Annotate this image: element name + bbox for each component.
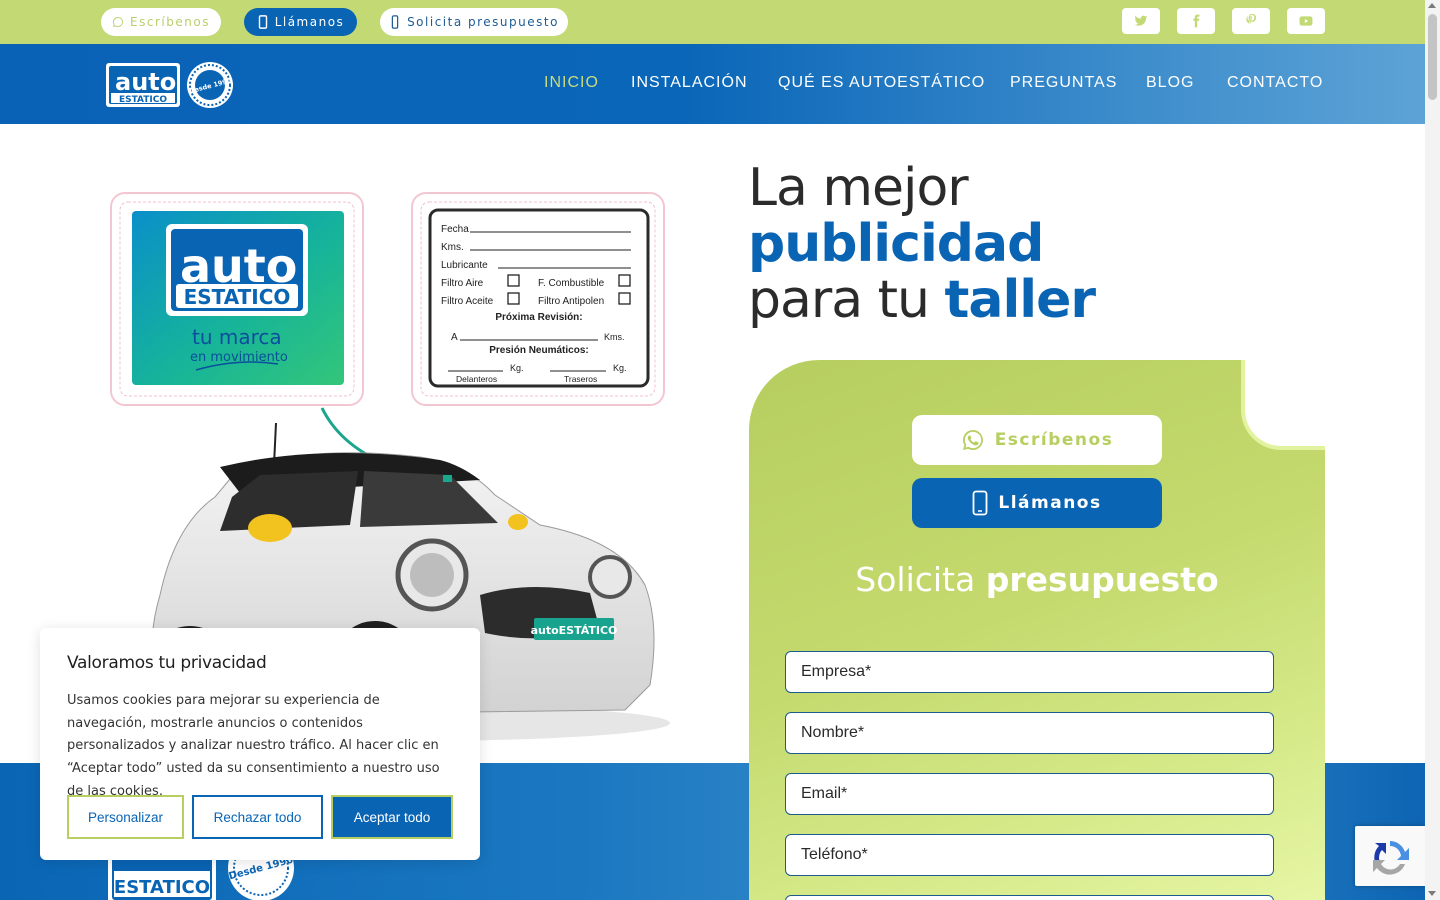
email-field[interactable]: Email* [785, 773, 1274, 815]
youtube-link[interactable] [1287, 8, 1325, 34]
page-scrollbar[interactable] [1425, 0, 1440, 900]
recaptcha-badge[interactable] [1355, 826, 1425, 886]
pinterest-icon [1246, 14, 1257, 25]
scroll-down-arrow[interactable] [1428, 891, 1436, 896]
svg-text:ESTATICO: ESTATICO [114, 877, 210, 898]
nav-blog[interactable]: BLOG [1146, 74, 1194, 92]
card-filtro-aire: Filtro Aire [441, 278, 484, 289]
top-bar: Escríbenos Llámanos Solicita presupuesto [0, 0, 1425, 44]
call-label: Llámanos [274, 15, 345, 29]
telefono-field[interactable]: Teléfono* [785, 834, 1274, 876]
card-fecha: Fecha [441, 224, 469, 235]
nav-instalacion[interactable]: INSTALACIÓN [631, 74, 748, 92]
recaptcha-icon [1373, 841, 1409, 875]
whatsapp-label: Escríbenos [130, 15, 210, 29]
cookie-body: Usamos cookies para mejorar su experienc… [67, 693, 440, 799]
form-whatsapp-button[interactable]: Escríbenos [912, 415, 1162, 465]
form-title: Solicita presupuesto [749, 560, 1325, 599]
nav-que-es[interactable]: QUÉ ES AUTOESTÁTICO [778, 74, 985, 92]
card-kms: Kms. [441, 242, 464, 253]
card-kms-label: Kms. [604, 332, 625, 342]
facebook-icon [1193, 14, 1200, 28]
autoestatico-logo[interactable]: auto ESTATICO Desde 1990 [105, 60, 235, 110]
nav-inicio[interactable]: INICIO [544, 74, 599, 92]
svg-text:ESTATICO: ESTATICO [184, 285, 291, 309]
card-corner-decoration [1241, 360, 1325, 450]
cookie-accept-button[interactable]: Aceptar todo [331, 795, 453, 839]
youtube-icon [1299, 16, 1313, 26]
card-proxima-revision: Próxima Revisión: [495, 312, 582, 323]
whatsapp-button[interactable]: Escríbenos [101, 8, 221, 36]
main-nav: auto ESTATICO Desde 1990 INICIO INSTALAC… [0, 44, 1425, 124]
twitter-icon [1134, 15, 1148, 26]
quote-form-card: Escríbenos Llámanos Solicita presupuesto… [749, 360, 1325, 900]
hero-line-3: para tu taller [748, 270, 1097, 330]
card-filtro-aceite: Filtro Aceite [441, 296, 494, 307]
card-lubricante: Lubricante [441, 260, 488, 271]
cookie-customize-button[interactable]: Personalizar [67, 795, 184, 839]
call-button[interactable]: Llámanos [244, 8, 357, 36]
sticker-tagline-1: tu marca [192, 325, 282, 349]
form-whatsapp-label: Escríbenos [994, 430, 1114, 450]
hero-line-3a: para tu [748, 270, 930, 330]
hero-line-1: La mejor [748, 158, 969, 218]
cookie-reject-button[interactable]: Rechazar todo [192, 795, 323, 839]
cookie-title: Valoramos tu privacidad [67, 653, 267, 673]
form-call-label: Llámanos [998, 493, 1102, 513]
pinterest-link[interactable] [1232, 8, 1270, 34]
next-field[interactable] [785, 895, 1274, 900]
card-presion: Presión Neumáticos: [489, 345, 588, 356]
phone-icon [972, 490, 988, 516]
whatsapp-icon [113, 17, 124, 27]
form-title-a: Solicita [855, 560, 976, 599]
empresa-field[interactable]: Empresa* [785, 651, 1274, 693]
phone-icon [258, 15, 267, 29]
nav-preguntas[interactable]: PREGUNTAS [1010, 74, 1117, 92]
form-call-button[interactable]: Llámanos [912, 478, 1162, 528]
facebook-link[interactable] [1177, 8, 1215, 34]
hero-headline: La mejor publicidad para tu taller [748, 158, 1097, 330]
card-traseros: Traseros [564, 374, 597, 384]
card-delanteros: Delanteros [456, 374, 497, 384]
form-title-b: presupuesto [985, 560, 1219, 599]
mobile-icon [391, 15, 399, 29]
scroll-thumb[interactable] [1428, 14, 1437, 100]
logo-text-top: auto [115, 68, 176, 96]
card-a-label: A [451, 332, 458, 343]
hero-line-3b: taller [944, 270, 1097, 330]
card-f-combustible: F. Combustible [538, 278, 605, 289]
whatsapp-icon [962, 430, 983, 450]
sticker-illustration: auto ESTATICO tu marca en movimiento Fec… [110, 192, 665, 406]
nav-contacto[interactable]: CONTACTO [1227, 74, 1323, 92]
logo-text-bottom: ESTATICO [119, 95, 167, 105]
quote-label: Solicita presupuesto [407, 15, 559, 29]
card-kg-1: Kg. [510, 363, 524, 373]
scroll-up-arrow[interactable] [1428, 3, 1436, 8]
nombre-field[interactable]: Nombre* [785, 712, 1274, 754]
page: Escríbenos Llámanos Solicita presupuesto… [0, 0, 1440, 900]
hero-line-2: publicidad [748, 214, 1044, 274]
quote-button[interactable]: Solicita presupuesto [380, 8, 568, 36]
svg-text:autoESTÁTICO: autoESTÁTICO [531, 624, 618, 637]
cookie-banner: Valoramos tu privacidad Usamos cookies p… [40, 628, 480, 860]
twitter-link[interactable] [1122, 8, 1160, 34]
card-kg-2: Kg. [613, 363, 627, 373]
card-filtro-antipolen: Filtro Antipolen [538, 296, 604, 307]
